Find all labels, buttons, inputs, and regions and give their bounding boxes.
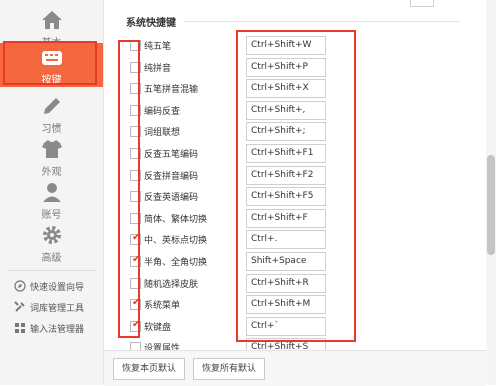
reset-page-button[interactable]: 恢复本页默认: [113, 358, 185, 380]
section-divider: [184, 21, 460, 22]
home-icon: [42, 11, 62, 29]
shortcut-label: 中、英标点切换: [144, 236, 208, 247]
settings-panel: 系统快捷键 纯五笔 Ctrl+Shift+W 纯拼音 Ctrl+Shift+P 五笔拼音…: [104, 0, 500, 385]
shortcut-label: 随机选择皮肤: [144, 279, 199, 290]
shortcut-label: 五笔拼音混输: [144, 85, 199, 96]
shortcut-label: 系统菜单: [144, 301, 181, 312]
sidebar-item-label: 高级: [41, 253, 62, 264]
shortcut-label: 纯五笔: [144, 42, 172, 52]
sidebar: 基本 按键 习惯 外观 账号: [0, 0, 104, 385]
wrench-icon: [14, 301, 25, 312]
footer-bar: 恢复本页默认 恢复所有默认: [104, 350, 486, 386]
hotkey-column-highlight: [236, 30, 356, 342]
shortcut-label: 编码反查: [144, 106, 181, 117]
shortcut-label: 词组联想: [144, 128, 181, 139]
tool-label: 词库管理工具: [30, 304, 85, 314]
shortcut-label: 纯拼音: [144, 63, 172, 74]
sidebar-divider: [8, 270, 96, 271]
checkbox-column-highlight: [118, 40, 140, 338]
user-icon: [43, 183, 61, 202]
dropdown-stub[interactable]: [410, 0, 434, 7]
shortcut-label: 反查英语编码: [144, 193, 199, 204]
reset-all-button[interactable]: 恢复所有默认: [193, 358, 265, 380]
shortcut-label: 反查五笔编码: [144, 150, 199, 160]
tool-label: 输入法管理器: [30, 325, 85, 335]
tool-label: 快速设置向导: [30, 283, 85, 293]
scrollbar[interactable]: [486, 0, 496, 385]
active-highlight-outline: [3, 41, 97, 85]
shortcut-label: 反查拼音编码: [144, 171, 199, 182]
compass-icon: [14, 280, 26, 292]
gear-icon: [43, 226, 61, 244]
shortcut-label: 软键盘: [144, 322, 172, 333]
grid-icon: [15, 323, 25, 333]
pencil-icon: [44, 98, 60, 114]
scrollbar-thumb[interactable]: [487, 155, 495, 255]
shortcut-label: 简体、繁体切换: [144, 214, 208, 225]
section-title: 系统快捷键: [126, 18, 176, 29]
sidebar-item-advanced[interactable]: 高级: [0, 219, 103, 269]
shirt-icon: [42, 140, 62, 158]
shortcut-label: 半角、全角切换: [144, 258, 208, 268]
